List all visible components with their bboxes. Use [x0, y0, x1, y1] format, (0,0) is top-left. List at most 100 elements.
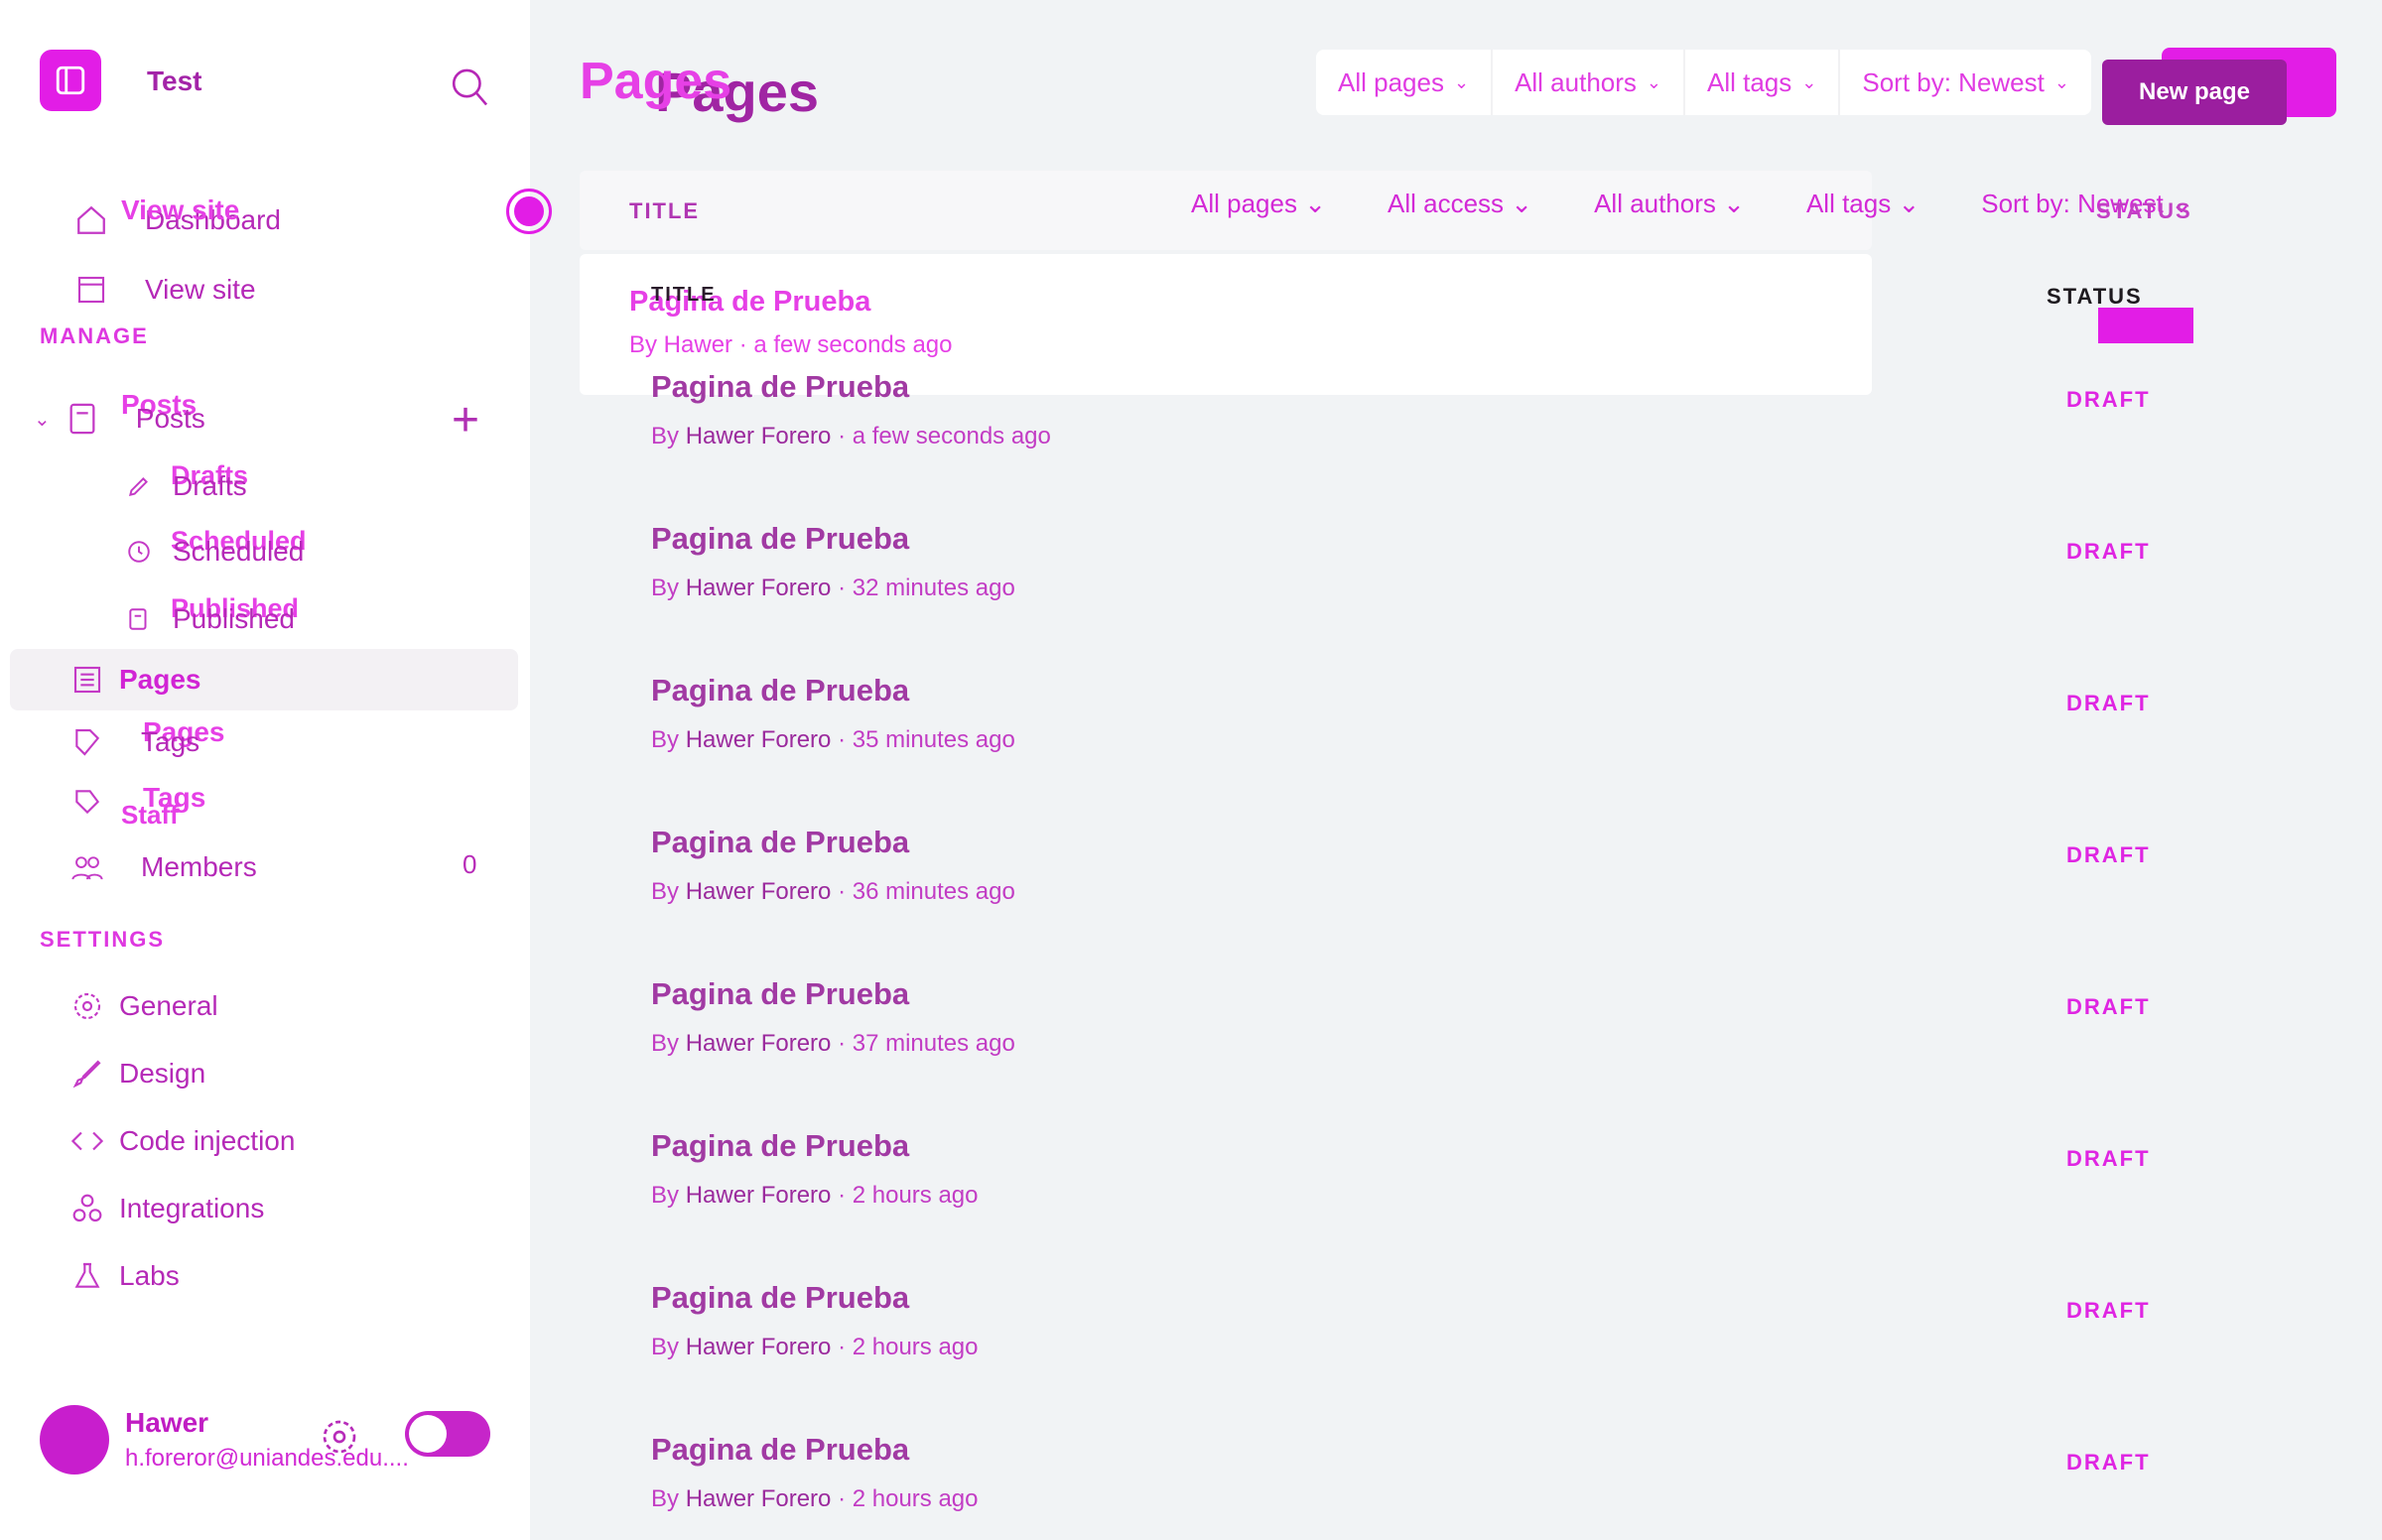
- search-icon[interactable]: [449, 65, 488, 111]
- status-badge: DRAFT: [2066, 994, 2151, 1019]
- nav-integrations-label: Integrations: [119, 1193, 265, 1223]
- nav-design[interactable]: Design: [69, 1056, 205, 1091]
- table-filter-tags[interactable]: All tags ⌄: [1806, 189, 1919, 219]
- nav-integrations[interactable]: Integrations: [69, 1191, 264, 1226]
- chevron-down-icon: ⌄: [1453, 71, 1470, 92]
- nav-scheduled[interactable]: Scheduled: [125, 536, 304, 568]
- avatar[interactable]: [40, 1405, 109, 1475]
- nav-scheduled-label: Scheduled: [173, 536, 305, 567]
- chevron-down-icon: ⌄: [1646, 71, 1661, 92]
- page-meta: By Hawer Forero · 36 minutes ago: [651, 878, 1015, 905]
- page-meta: By Hawer Forero · 2 hours ago: [651, 1182, 979, 1209]
- members-icon: [69, 849, 105, 885]
- table-filter-pages[interactable]: All pages ⌄: [1191, 189, 1326, 219]
- user-email: h.foreror@uniandes.edu....: [125, 1445, 409, 1472]
- nav-members[interactable]: Members: [69, 849, 257, 885]
- table-row[interactable]: Pagina de Prueba By Hawer Forero · 2 hou…: [651, 1122, 2338, 1274]
- nav-code-injection-label: Code injection: [119, 1125, 296, 1156]
- brush-icon: [69, 1056, 105, 1091]
- brand-name: Test: [147, 65, 202, 96]
- nav-general[interactable]: General: [69, 988, 218, 1024]
- nav-view-site[interactable]: View site: [73, 272, 256, 308]
- code-icon: [69, 1123, 105, 1159]
- brand-logo-icon: [40, 50, 101, 111]
- table-row[interactable]: Pagina de Prueba By Hawer Forero · a few…: [651, 363, 2338, 515]
- nav-design-label: Design: [119, 1058, 206, 1089]
- column-title: TITLE: [629, 198, 701, 223]
- ghost-status-badge: [2098, 308, 2193, 343]
- column-status: STATUS: [2047, 284, 2143, 309]
- filter-authors[interactable]: All authors ⌄: [1493, 50, 1685, 115]
- chevron-down-icon[interactable]: ⌄: [34, 407, 51, 432]
- table-row[interactable]: Pagina de Prueba By Hawer Forero · 36 mi…: [651, 819, 2338, 970]
- chevron-down-icon: ⌄: [2053, 71, 2069, 92]
- flask-icon: [69, 1258, 105, 1294]
- nav-posts[interactable]: ⌄ Posts: [34, 401, 205, 437]
- nav-published-label: Published: [173, 603, 295, 634]
- status-badge: DRAFT: [2066, 387, 2151, 412]
- settings-gear-icon[interactable]: [320, 1417, 359, 1457]
- new-page-button[interactable]: New page: [2102, 60, 2287, 125]
- page-meta: By Hawer Forero · 2 hours ago: [651, 1334, 979, 1360]
- page-meta: By Hawer Forero · 37 minutes ago: [651, 1030, 1015, 1057]
- status-badge: DRAFT: [2066, 842, 2151, 867]
- filter-sort[interactable]: Sort by: Newest ⌄: [1840, 50, 2091, 115]
- chevron-down-icon: ⌄: [1801, 71, 1817, 92]
- user-menu[interactable]: Hawer h.foreror@uniandes.edu....: [40, 1399, 506, 1478]
- page-meta: By Hawer Forero · 2 hours ago: [651, 1485, 979, 1512]
- tag-icon: [69, 724, 105, 760]
- chevron-down-icon: ⌄: [1898, 189, 1920, 218]
- app: Test Dashboard View site View site Posts…: [0, 0, 2382, 1540]
- nav-drafts[interactable]: Drafts: [125, 470, 247, 502]
- pages-list: Pagina de Prueba By Hawer Forero · a few…: [651, 363, 2338, 1540]
- filter-authors-label: All authors: [1515, 66, 1637, 97]
- members-count: 0: [463, 849, 477, 879]
- integrations-icon: [69, 1191, 105, 1226]
- filter-tags[interactable]: All tags ⌄: [1685, 50, 1841, 115]
- table-filter-authors[interactable]: All authors ⌄: [1594, 189, 1745, 219]
- table-row[interactable]: Pagina de Prueba By Hawer Forero · 37 mi…: [651, 970, 2338, 1122]
- pencil-icon: [125, 472, 153, 500]
- nav-general-label: General: [119, 990, 218, 1021]
- nav-staff[interactable]: [69, 784, 141, 820]
- chevron-down-icon: ⌄: [1511, 189, 1533, 218]
- filter-type-label: All pages: [1338, 66, 1444, 97]
- nav-code-injection[interactable]: Code injection: [69, 1123, 295, 1159]
- nav-posts-label: Posts: [135, 403, 205, 434]
- page-title-cell: Pagina de Prueba: [651, 369, 910, 404]
- table-filters: All pages ⌄ All access ⌄ All authors ⌄ A…: [1191, 189, 2192, 219]
- table-filter-access[interactable]: All access ⌄: [1388, 189, 1532, 219]
- nav-labs[interactable]: Labs: [69, 1258, 180, 1294]
- nav-members-label: Members: [141, 851, 257, 882]
- table-row[interactable]: Pagina de Prueba By Hawer Forero · 32 mi…: [651, 515, 2338, 667]
- status-badge: DRAFT: [2066, 691, 2151, 715]
- published-doc-icon: [125, 605, 153, 633]
- filter-tags-label: All tags: [1707, 66, 1792, 97]
- nav-tags-label: Tags: [141, 726, 200, 757]
- gear-icon: [69, 988, 105, 1024]
- nav-view-site-label: View site: [145, 274, 256, 305]
- status-badge: DRAFT: [2066, 1450, 2151, 1475]
- nav-tags[interactable]: Tags: [69, 724, 199, 760]
- filter-type[interactable]: All pages ⌄: [1316, 50, 1494, 115]
- new-post-plus-icon[interactable]: +: [452, 397, 479, 445]
- page-title-cell: Pagina de Prueba: [651, 521, 910, 556]
- nav-published[interactable]: Published: [125, 603, 295, 635]
- filter-sort-label: Sort by: Newest: [1862, 66, 2045, 97]
- browser-icon: [73, 272, 109, 308]
- page-title-cell: Pagina de Prueba: [651, 1432, 910, 1467]
- table-row[interactable]: Pagina de Prueba By Hawer Forero · 2 hou…: [651, 1274, 2338, 1426]
- page-title-cell: Pagina de Prueba: [651, 1280, 910, 1315]
- brand[interactable]: Test: [40, 50, 202, 111]
- dark-mode-toggle[interactable]: [405, 1411, 490, 1457]
- nav-pages[interactable]: Pages: [10, 649, 518, 710]
- page-meta: By Hawer Forero · 35 minutes ago: [651, 726, 1015, 753]
- column-title-header: TITLE: [651, 284, 717, 306]
- table-row[interactable]: Pagina de Prueba By Hawer Forero · 35 mi…: [651, 667, 2338, 819]
- column-status-ghost: STATUS: [2096, 198, 2192, 223]
- table-row[interactable]: Pagina de Prueba By Hawer Forero · 2 hou…: [651, 1426, 2338, 1540]
- page-title-cell: Pagina de Prueba: [651, 825, 910, 859]
- nav-pages-label: Pages: [119, 664, 201, 695]
- nav-labs-label: Labs: [119, 1260, 180, 1291]
- user-name: Hawer: [125, 1407, 209, 1438]
